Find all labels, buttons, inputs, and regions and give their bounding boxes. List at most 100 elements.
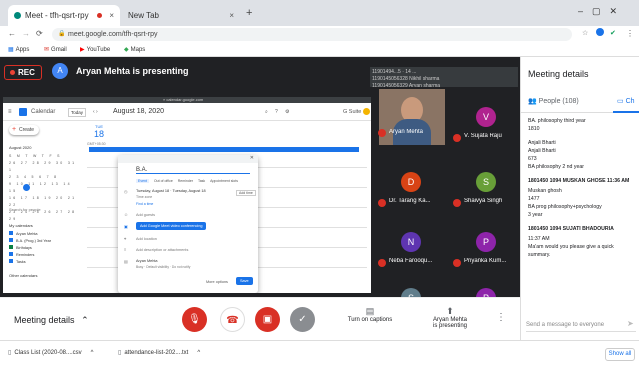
participant-tile[interactable]: S Shaivya Singh <box>450 172 520 210</box>
check-extension-icon[interactable]: ✔ <box>610 29 616 37</box>
new-tab-button[interactable]: + <box>246 7 252 19</box>
chat-message: Anjali Bharti Anjali Bharti 673 BA philo… <box>528 139 636 171</box>
captions-button[interactable]: ▤ Turn on captions <box>340 306 400 323</box>
today-button[interactable]: Today <box>68 108 87 117</box>
show-all-button[interactable]: Show all <box>605 348 635 361</box>
create-label: Create <box>19 127 35 133</box>
participant-tile[interactable]: P <box>450 288 520 297</box>
help-icon[interactable]: ? <box>275 109 278 115</box>
find-time-link[interactable]: Find a time <box>136 202 153 206</box>
present-icon: ⬆ <box>446 306 454 316</box>
tab-event[interactable]: Event <box>136 179 149 183</box>
more-options-icon[interactable]: ⋮ <box>496 312 506 323</box>
captions-label: Turn on captions <box>347 317 393 323</box>
participant-name: Dr. Tarang Ka... <box>389 198 431 204</box>
other-calendars-heading[interactable]: Other calendars <box>9 273 37 278</box>
participant-tile[interactable]: N Neba Farooqu... <box>375 232 447 270</box>
save-button[interactable]: Save <box>236 277 253 285</box>
meeting-details-button[interactable]: Meeting details ⌃ <box>14 315 89 326</box>
close-tab-icon[interactable]: × <box>229 11 234 20</box>
participant-grid: Aryan Mehta V V. Sujata Raju D Dr. Taran… <box>375 87 520 297</box>
mini-calendar-today <box>23 184 30 191</box>
account-avatar[interactable] <box>363 108 370 115</box>
participant-tile[interactable]: V V. Sujata Raju <box>450 107 520 145</box>
send-icon[interactable]: ➤ <box>627 319 634 328</box>
tab-meet[interactable]: Meet - tfh-qsrt-rpy × <box>8 5 120 26</box>
participant-name: Aryan Mehta <box>389 129 424 135</box>
time-zone-link[interactable]: Time zone <box>136 195 152 199</box>
tab-task[interactable]: Task <box>198 179 205 183</box>
bookmark-apps[interactable]: ▦ Apps <box>8 46 29 54</box>
participant-tile[interactable]: Aryan Mehta <box>375 87 447 149</box>
calendar-header: ≡ Calendar Today ‹ › August 18, 2020 ⌕ ?… <box>3 103 371 121</box>
participant-tile[interactable]: D Dr. Tarang Ka... <box>375 172 447 210</box>
hamburger-icon[interactable]: ≡ <box>8 109 12 115</box>
forward-icon[interactable]: → <box>22 29 30 38</box>
url-text: meet.google.com/tfh-qsrt-rpy <box>68 31 158 38</box>
add-location-field[interactable]: Add location <box>136 237 157 241</box>
add-guests-field[interactable]: Add guests <box>136 213 155 217</box>
mini-calendar-grid[interactable]: S M T W T F S 26 27 28 29 30 31 12 3 4 5 … <box>9 153 79 221</box>
bookmark-youtube[interactable]: ▶ YouTube <box>80 46 110 54</box>
calendar-item[interactable]: Birthdays <box>9 245 69 252</box>
chevron-up-icon[interactable]: ^ <box>197 350 200 356</box>
day-number[interactable]: 18 <box>94 129 104 139</box>
tab-new[interactable]: New Tab × <box>122 5 240 26</box>
create-button[interactable]: + Create <box>9 125 39 135</box>
calendar-item[interactable]: Reminders <box>9 252 69 259</box>
chat-input[interactable]: Send a message to everyone <box>526 318 636 332</box>
star-icon[interactable]: ☆ <box>582 29 588 37</box>
tab-appointment-slots[interactable]: Appointment slots <box>210 179 238 183</box>
leave-call-button[interactable]: ☎ <box>220 307 245 332</box>
tab-chat[interactable]: ▭ Ch <box>617 97 635 105</box>
present-button[interactable]: ⬆ Aryan Mehta is presenting <box>420 306 480 329</box>
extension-icon[interactable] <box>596 28 604 36</box>
close-icon[interactable]: ✕ <box>250 155 254 161</box>
bookmark-label: Gmail <box>51 46 67 53</box>
url-input[interactable]: 🔒 meet.google.com/tfh-qsrt-rpy <box>52 28 572 41</box>
bookmark-maps[interactable]: ◆ Maps <box>124 46 145 54</box>
tab-people[interactable]: 👥 People (108) <box>528 97 579 105</box>
calendar-app-name: Calendar <box>31 109 56 115</box>
raise-hand-button[interactable]: ✓ <box>290 307 315 332</box>
mic-toggle-button[interactable]: 🎙 <box>182 307 207 332</box>
nav-arrows-icon[interactable]: ‹ › <box>93 109 98 115</box>
participant-name: V. Sujata Raju <box>464 133 502 139</box>
more-options-button[interactable]: More options <box>206 280 228 284</box>
settings-icon[interactable]: ⚙ <box>285 109 289 115</box>
tab-reminder[interactable]: Reminder <box>178 179 193 183</box>
calendar-item[interactable]: B.A. (Prog.) 3rd Year <box>9 238 69 245</box>
add-meet-button[interactable]: Add Google Meet video conferencing <box>136 222 207 230</box>
participant-tile[interactable]: S <box>375 288 447 297</box>
window-controls[interactable]: –▢✕ <box>578 6 626 17</box>
add-time-button[interactable]: Add time <box>236 190 256 196</box>
close-tab-icon[interactable]: × <box>109 11 114 20</box>
add-description-field[interactable]: Add description or attachments <box>136 248 188 252</box>
tab-out-of-office[interactable]: Out of office <box>154 179 173 183</box>
file-icon: ▯ <box>118 350 122 356</box>
calendar-logo-icon <box>19 108 27 116</box>
chevron-up-icon[interactable]: ^ <box>91 350 94 356</box>
calendar-item[interactable]: Tasks <box>9 259 69 266</box>
my-calendars-heading[interactable]: My calendars <box>9 223 33 228</box>
event-title-input[interactable]: B.A. <box>136 167 250 174</box>
download-item[interactable]: ▯ attendance-list-202....txt ^ <box>118 349 200 357</box>
avatar: D <box>401 172 421 192</box>
bookmark-gmail[interactable]: ✉ Gmail <box>44 46 67 54</box>
event-bar[interactable] <box>89 147 359 152</box>
calendar-item[interactable]: Aryan Mehta <box>9 231 69 238</box>
camera-toggle-button[interactable]: ▣ <box>255 307 280 332</box>
message-line: Anjali Bharti <box>528 148 556 154</box>
avatar: S <box>476 172 496 192</box>
menu-icon[interactable]: ⋮ <box>626 29 634 38</box>
event-date[interactable]: Tuesday, August 18 · Tuesday, August 18 <box>136 189 206 193</box>
search-people-input[interactable]: Search for people <box>9 207 41 212</box>
search-icon[interactable]: ⌕ <box>265 109 268 115</box>
address-bar: ← → ⟳ 🔒 meet.google.com/tfh-qsrt-rpy ☆ ✔… <box>0 26 639 43</box>
event-owner-details[interactable]: Busy · Default visibility · Do not notif… <box>136 265 190 269</box>
back-icon[interactable]: ← <box>8 29 16 38</box>
participant-tile[interactable]: P Priyanka Kum... <box>450 232 520 270</box>
reload-icon[interactable]: ⟳ <box>36 29 43 38</box>
download-item[interactable]: ▯ Class List (2020-08....csv ^ <box>8 349 94 357</box>
message-line: Muskan ghosh <box>528 188 562 194</box>
